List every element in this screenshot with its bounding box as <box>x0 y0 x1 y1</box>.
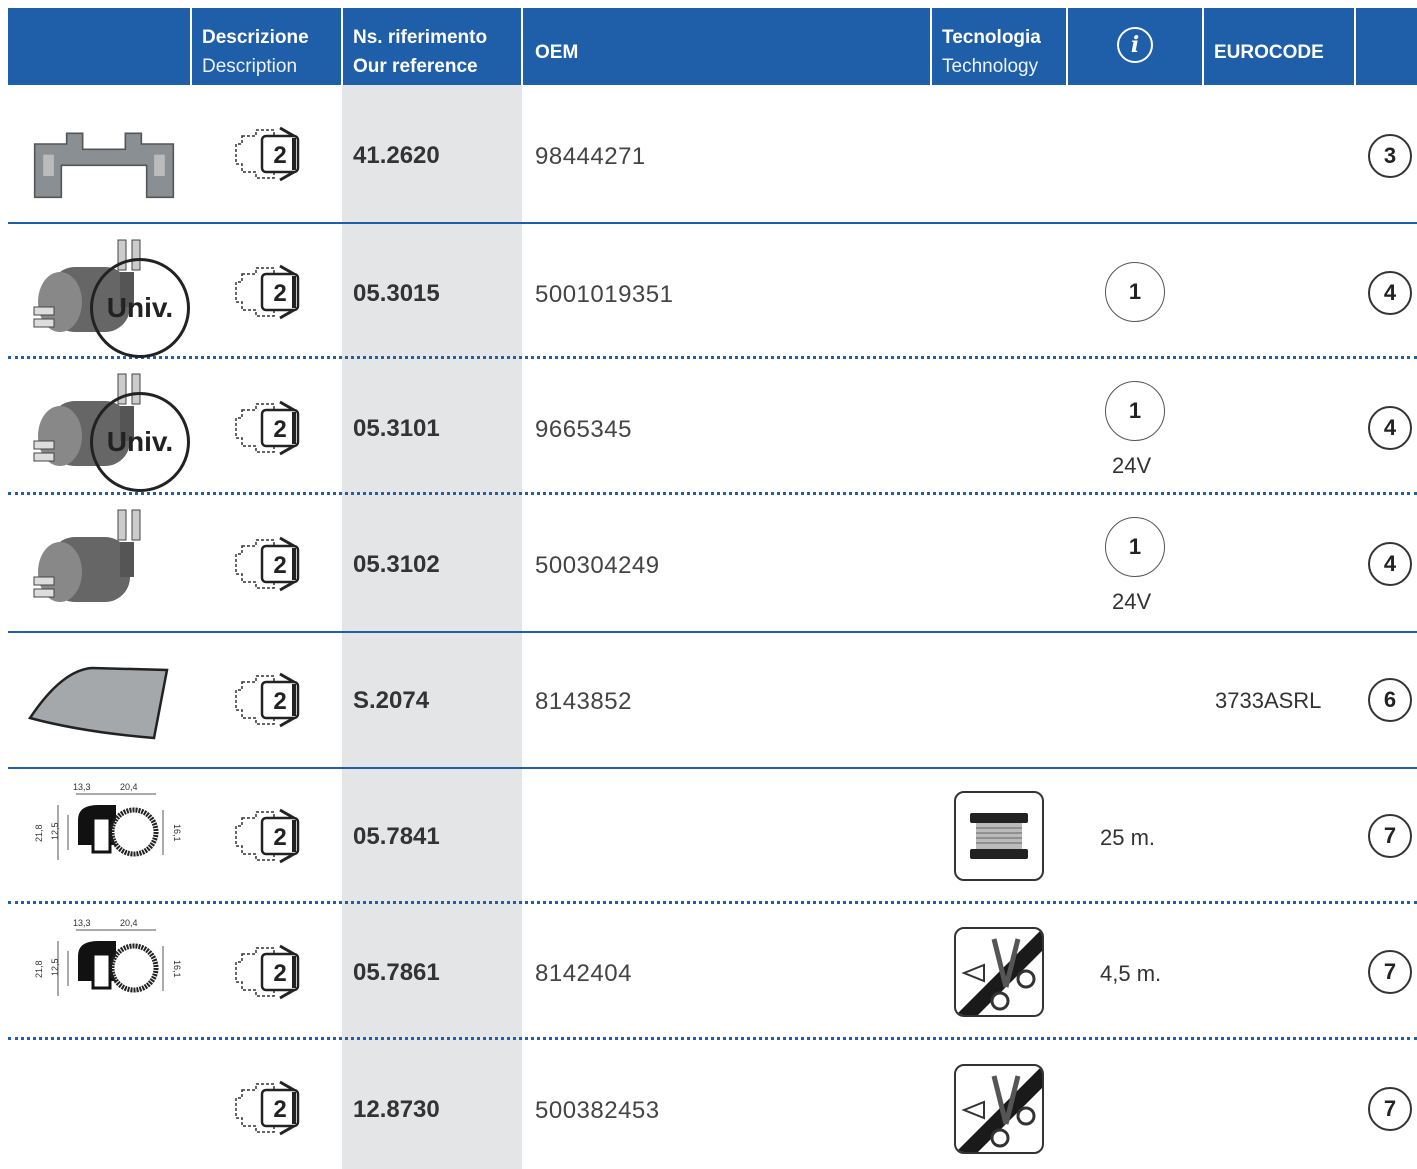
page-reference-badge[interactable]: 7 <box>1368 1087 1412 1131</box>
seal-dim-height-b: 12,5 <box>50 958 60 976</box>
info-note-badge: 1 <box>1105 381 1165 441</box>
length-note: 25 m. <box>1100 825 1156 850</box>
reference-number: 41.2620 <box>353 142 440 169</box>
seal-dim-width-a: 13,3 <box>73 782 91 792</box>
reference-number: 05.3015 <box>353 280 440 307</box>
table-header: Descrizione Description Ns. riferimento … <box>8 8 1417 85</box>
header-oem: OEM <box>535 42 579 63</box>
pack-quantity-digit: 2 <box>273 824 286 851</box>
pack-quantity-digit: 2 <box>273 960 286 987</box>
reel-icon <box>954 791 1044 881</box>
header-technology: Tecnologia Technology <box>942 23 1041 81</box>
header-eurocode: EUROCODE <box>1214 42 1324 63</box>
page-reference-badge[interactable]: 4 <box>1368 271 1412 315</box>
oem-number: 8142404 <box>535 960 632 987</box>
header-divider <box>1202 8 1204 85</box>
seal-profile-image: 13,3 20,4 21,8 12,5 16,1 <box>34 918 182 1026</box>
pack-quantity-icon: 2 <box>234 808 300 864</box>
bracket-clip-image <box>33 132 175 199</box>
header-description-en: Description <box>202 56 298 77</box>
pack-quantity-icon: 2 <box>234 672 300 728</box>
eurocode-value: 3733ASRL <box>1215 688 1322 713</box>
seal-dim-height-b: 12,5 <box>50 822 60 840</box>
header-divider <box>341 8 343 85</box>
header-divider <box>190 8 192 85</box>
voltage-note: 24V <box>1112 453 1152 478</box>
page-reference-badge[interactable]: 6 <box>1368 678 1412 722</box>
info-icon: i <box>1117 27 1153 63</box>
header-technology-it: Tecnologia <box>942 27 1041 48</box>
row-separator <box>8 1037 1417 1040</box>
pack-quantity-digit: 2 <box>273 552 286 579</box>
pack-quantity-digit: 2 <box>273 416 286 443</box>
oem-number: 5001019351 <box>535 281 674 308</box>
reference-number: 12.8730 <box>353 1096 440 1123</box>
info-note-badge: 1 <box>1105 517 1165 577</box>
oem-number: 8143852 <box>535 688 632 715</box>
header-divider <box>1066 8 1068 85</box>
universal-badge: Univ. <box>90 392 190 492</box>
oem-number: 9665345 <box>535 416 632 443</box>
pack-quantity-digit: 2 <box>273 280 286 307</box>
pack-quantity-icon: 2 <box>234 536 300 592</box>
row-separator <box>8 767 1417 769</box>
row-separator <box>8 901 1417 904</box>
row-separator <box>8 631 1417 633</box>
pack-quantity-digit: 2 <box>273 1096 286 1123</box>
scissors-icon <box>954 1064 1044 1154</box>
pack-quantity-icon: 2 <box>234 264 300 320</box>
row-separator <box>8 492 1417 495</box>
header-description-it: Descrizione <box>202 27 309 48</box>
header-reference-it: Ns. riferimento <box>353 27 488 48</box>
header-technology-en: Technology <box>942 56 1039 77</box>
reference-number: S.2074 <box>353 687 430 714</box>
pack-quantity-icon: 2 <box>234 1080 300 1136</box>
seal-dim-width-b: 20,4 <box>120 782 138 792</box>
oem-number: 500304249 <box>535 552 660 579</box>
page-reference-badge[interactable]: 7 <box>1368 950 1412 994</box>
header-description: Descrizione Description <box>202 23 309 81</box>
length-note: 4,5 m. <box>1100 961 1162 986</box>
pack-quantity-icon: 2 <box>234 400 300 456</box>
seal-profile-image: 13,3 20,4 21,8 12,5 16,1 <box>34 782 182 890</box>
pack-quantity-icon: 2 <box>234 944 300 1000</box>
page-reference-badge[interactable]: 4 <box>1368 406 1412 450</box>
page-reference-badge[interactable]: 3 <box>1368 134 1412 178</box>
pack-quantity-icon: 2 <box>234 126 300 182</box>
header-divider <box>1354 8 1356 85</box>
seal-dim-width-b: 20,4 <box>120 918 138 928</box>
seal-dim-height-c: 16,1 <box>172 824 182 842</box>
page-reference-badge[interactable]: 7 <box>1368 814 1412 858</box>
seal-dim-height-c: 16,1 <box>172 960 182 978</box>
row-separator <box>8 222 1417 224</box>
scissors-icon <box>954 927 1044 1017</box>
page-reference-badge[interactable]: 4 <box>1368 542 1412 586</box>
header-divider <box>930 8 932 85</box>
header-divider <box>521 8 523 85</box>
pack-quantity-digit: 2 <box>273 688 286 715</box>
oem-number: 500382453 <box>535 1097 660 1124</box>
info-note-badge: 1 <box>1105 262 1165 322</box>
row-separator <box>8 356 1417 359</box>
oem-number: 98444271 <box>535 143 646 170</box>
voltage-note: 24V <box>1112 589 1152 614</box>
seal-dim-height-a: 21,8 <box>34 960 44 978</box>
seal-dim-height-a: 21,8 <box>34 824 44 842</box>
header-reference: Ns. riferimento Our reference <box>353 23 487 81</box>
washer-pump-image <box>33 509 141 603</box>
reference-number: 05.3101 <box>353 415 440 442</box>
seal-dim-width-a: 13,3 <box>73 918 91 928</box>
reference-number: 05.3102 <box>353 551 440 578</box>
header-reference-en: Our reference <box>353 56 478 77</box>
reference-number: 05.7861 <box>353 959 440 986</box>
windscreen-image <box>27 666 169 740</box>
pack-quantity-digit: 2 <box>273 142 286 169</box>
reference-column-bg <box>342 85 522 1169</box>
reference-number: 05.7841 <box>353 823 440 850</box>
universal-badge: Univ. <box>90 258 190 358</box>
